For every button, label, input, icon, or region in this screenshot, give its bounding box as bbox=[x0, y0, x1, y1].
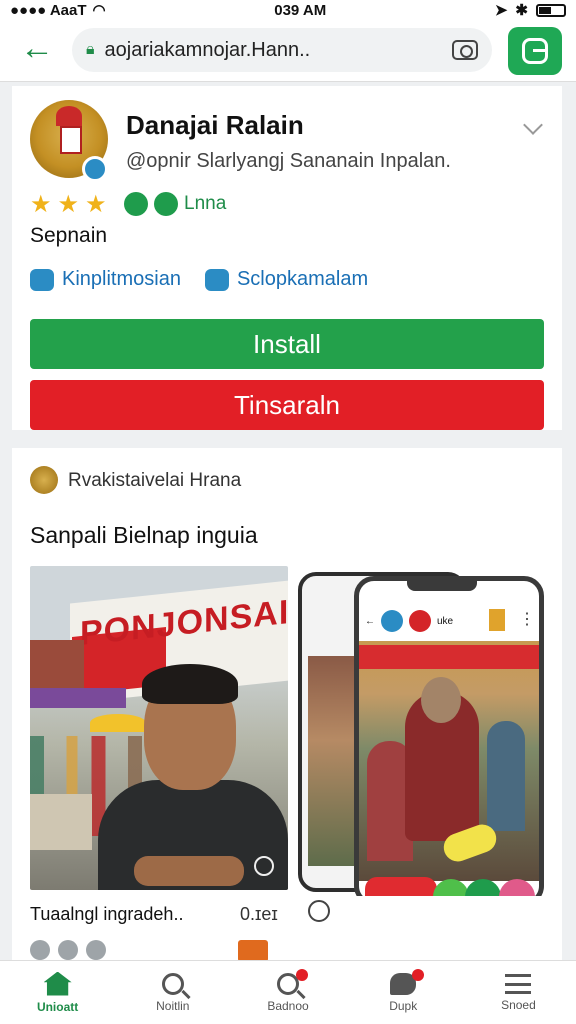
url-text: aojariakamnojar.Hann.. bbox=[104, 38, 311, 61]
app-dot-icon bbox=[409, 610, 431, 632]
phone-header: ← uke bbox=[359, 601, 539, 641]
reaction-icon[interactable] bbox=[86, 940, 106, 960]
status-time: 039 AM bbox=[274, 1, 327, 19]
camera-icon[interactable] bbox=[452, 40, 478, 60]
heart-icon bbox=[499, 879, 535, 896]
phone-red-banner bbox=[359, 645, 539, 669]
bluetooth-icon: ✱ bbox=[515, 2, 528, 19]
chevron-down-icon[interactable] bbox=[523, 115, 543, 135]
woman-head-shape bbox=[421, 677, 461, 723]
home-icon bbox=[43, 971, 72, 996]
nav-label: Badnoo bbox=[267, 998, 309, 1013]
lock-icon: 🔒︎ bbox=[86, 41, 95, 58]
phone-screenshot[interactable]: ← uke ⋮ bbox=[298, 572, 544, 896]
secondary-action-button[interactable]: Tinsaraln bbox=[30, 380, 544, 430]
star-icon: ★ bbox=[57, 191, 80, 218]
app-icon bbox=[522, 38, 548, 64]
back-arrow-icon[interactable]: ← bbox=[20, 31, 56, 68]
nav-explore[interactable]: Badnoo bbox=[230, 961, 345, 1024]
reaction-icon[interactable] bbox=[58, 940, 78, 960]
star-icon: ★ bbox=[85, 191, 107, 218]
menu-icon bbox=[505, 973, 532, 994]
link-label: Sclopkamalam bbox=[236, 268, 369, 290]
green-action-icon bbox=[433, 879, 469, 896]
back-arrow-icon: ← bbox=[365, 615, 375, 627]
share-icon bbox=[204, 268, 229, 291]
nav-menu[interactable]: Snoed bbox=[461, 961, 576, 1024]
screenshot-photo[interactable]: PONJONSAI bbox=[30, 566, 288, 890]
notification-dot bbox=[411, 969, 424, 981]
media-card: Rvakistaivelai Hrana Sanpali Bielnap ing… bbox=[12, 448, 562, 962]
tag-icon bbox=[238, 940, 268, 962]
awning-shape bbox=[30, 688, 126, 708]
link-label: Kinplitmosian bbox=[62, 268, 181, 290]
wifi-icon: ◠ bbox=[92, 2, 106, 19]
star-icon: ★ bbox=[30, 191, 52, 218]
man-hand-shape bbox=[134, 856, 244, 886]
phone-notch bbox=[407, 581, 477, 591]
badge-label: Lnna bbox=[184, 193, 227, 214]
link-share[interactable]: Sclopkamalam bbox=[204, 268, 369, 291]
source-name: Rvakistaivelai Hrana bbox=[68, 470, 242, 491]
comment-icon[interactable] bbox=[308, 900, 330, 922]
bottom-nav: Unioatt Noitlin Badnoo Dupk Snoed bbox=[0, 960, 576, 1024]
person-icon bbox=[30, 268, 54, 291]
nav-label: Noitlin bbox=[156, 998, 190, 1013]
shirt-logo-icon bbox=[254, 856, 274, 876]
nav-search[interactable]: Noitlin bbox=[115, 961, 230, 1024]
nav-home[interactable]: Unioatt bbox=[0, 961, 115, 1024]
rating-stars: ★ ★ ★ bbox=[30, 190, 107, 219]
phone-front-shape: ← uke ⋮ bbox=[354, 576, 544, 896]
phone-header-text: uke bbox=[437, 615, 454, 627]
app-category: Sepnain bbox=[30, 224, 108, 247]
nav-label: Unioatt bbox=[36, 999, 79, 1014]
location-icon: ➤ bbox=[494, 2, 508, 19]
carrier-label: ●●●● AaaT bbox=[10, 1, 87, 19]
phone-action-bar bbox=[365, 877, 535, 896]
red-action-icon bbox=[365, 877, 437, 896]
source-avatar bbox=[30, 466, 58, 494]
green-action-icon bbox=[465, 879, 501, 896]
man-hair-shape bbox=[142, 664, 238, 704]
app-links: Kinplitmosian Sclopkamalam bbox=[30, 268, 368, 291]
notification-dot bbox=[296, 969, 309, 981]
wall-shape bbox=[30, 794, 92, 850]
app-dot-icon bbox=[381, 610, 403, 632]
browser-toolbar: ← 🔒︎ aojariakamnojar.Hann.. bbox=[0, 20, 576, 82]
link-developer[interactable]: Kinplitmosian bbox=[30, 268, 181, 291]
badge-icon bbox=[124, 192, 148, 216]
app-title: Danajai Ralain bbox=[126, 110, 304, 140]
media-caption: Tuaalngl ingradeh.. bbox=[30, 904, 184, 924]
app-launcher-button[interactable] bbox=[508, 27, 562, 75]
media-meta: 0.ɪeɪ bbox=[240, 904, 278, 924]
verified-badge-icon bbox=[82, 156, 108, 182]
nav-label: Dupk bbox=[389, 998, 418, 1013]
reaction-icon[interactable] bbox=[30, 940, 50, 960]
search-icon bbox=[161, 972, 184, 995]
app-subtitle: @opnir Slarlyangj Sananain Inpalan. bbox=[126, 150, 451, 172]
status-bar: ●●●● AaaT ◠ 039 AM ➤ ✱ bbox=[0, 0, 576, 20]
address-bar[interactable]: 🔒︎ aojariakamnojar.Hann.. bbox=[72, 28, 492, 72]
umbrella-shape bbox=[90, 714, 146, 732]
app-badges: Lnna bbox=[124, 192, 226, 216]
person-shape bbox=[487, 721, 525, 831]
app-details-card: Danajai Ralain @opnir Slarlyangj Sananai… bbox=[12, 86, 562, 430]
bookmark-icon bbox=[489, 609, 505, 631]
nav-chat[interactable]: Dupk bbox=[346, 961, 461, 1024]
reaction-icons bbox=[30, 940, 106, 960]
nav-label: Snoed bbox=[501, 997, 536, 1012]
section-title: Sanpali Bielnap inguia bbox=[30, 522, 258, 548]
badge-icon bbox=[154, 192, 178, 216]
more-icon: ⋮ bbox=[519, 611, 535, 628]
battery-icon bbox=[536, 3, 566, 17]
install-button[interactable]: Install bbox=[30, 319, 544, 369]
